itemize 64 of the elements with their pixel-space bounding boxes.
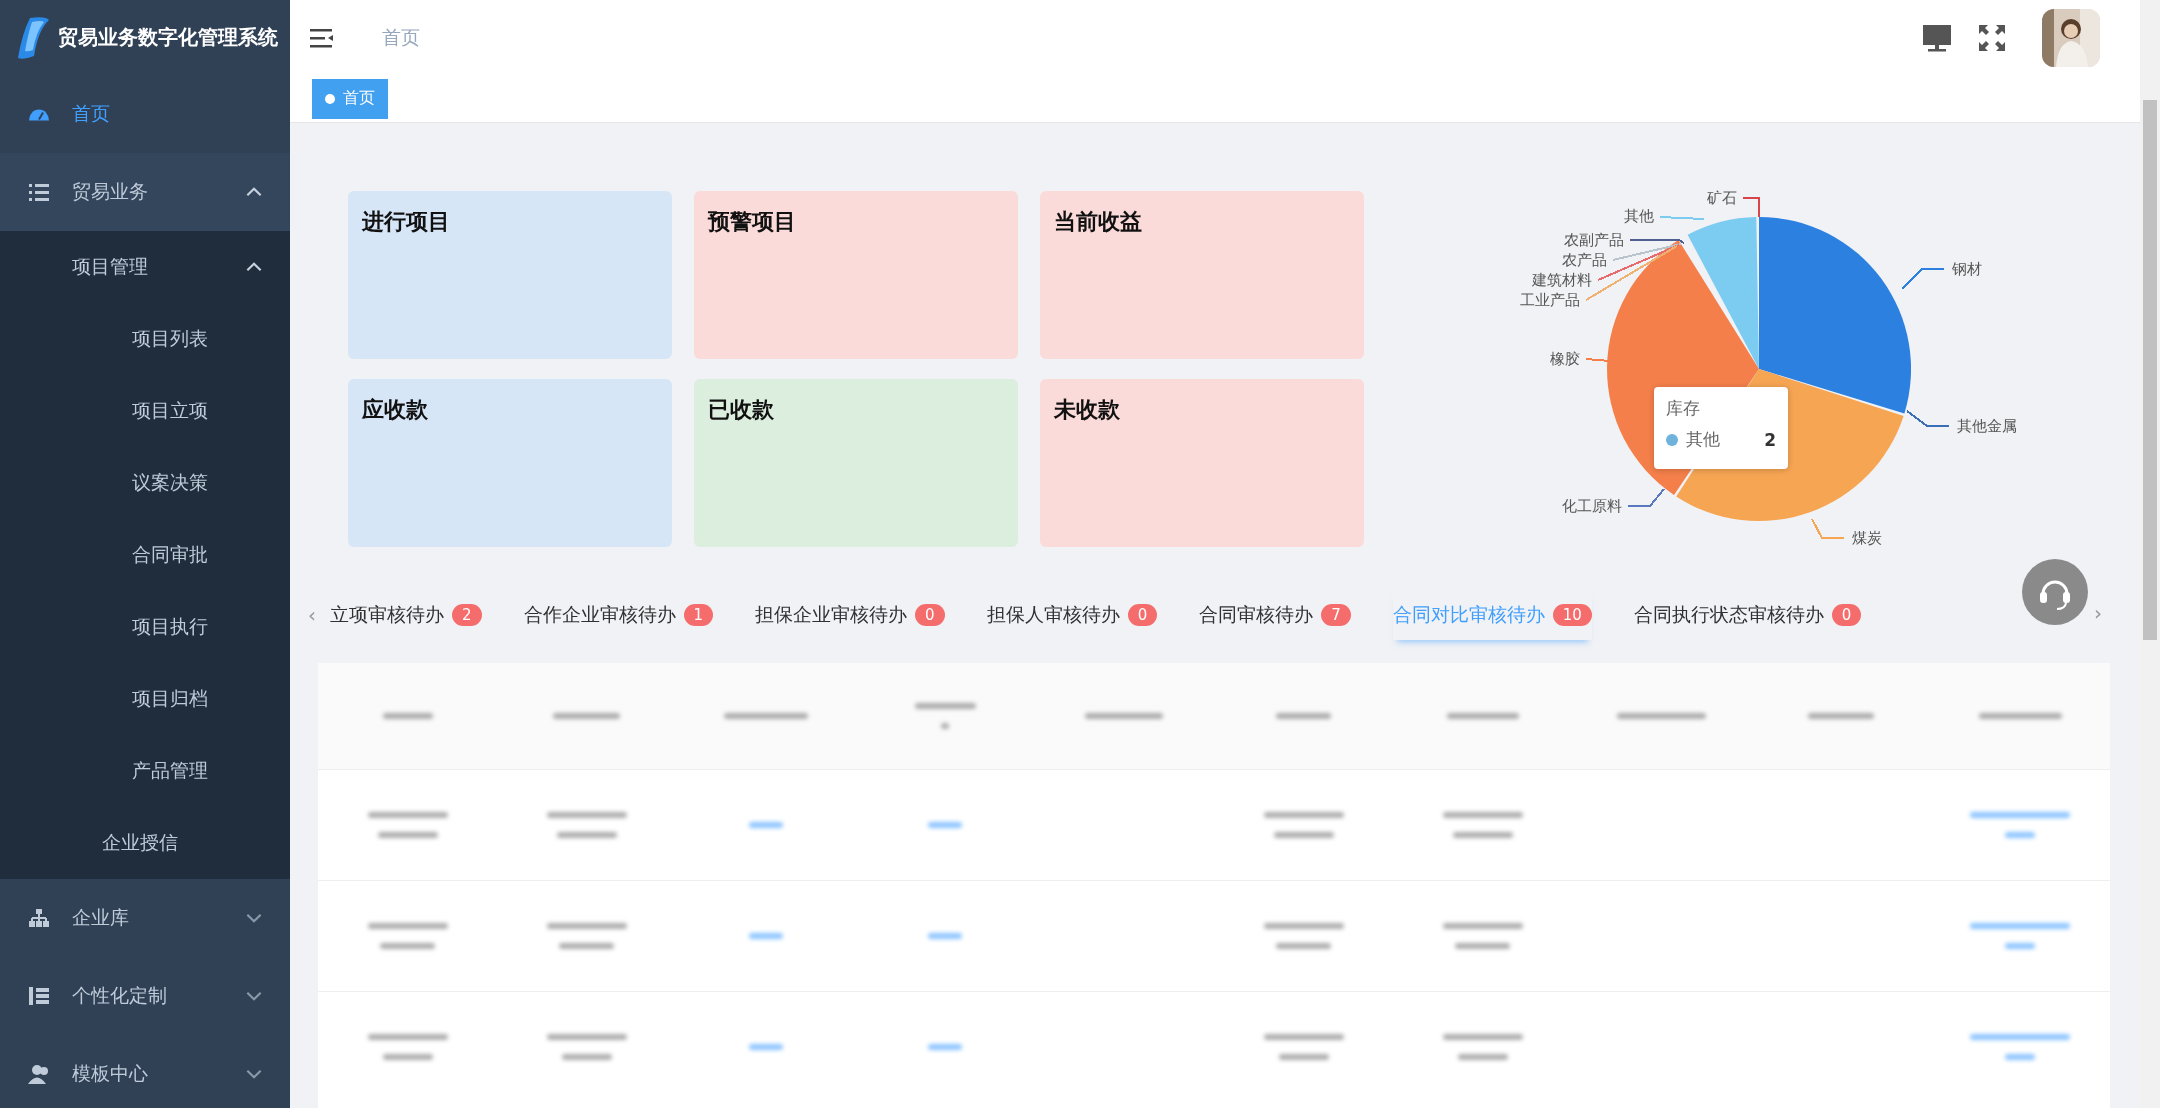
- list-icon: [28, 181, 50, 203]
- pie-label: 其他金属: [1957, 417, 2017, 435]
- menu-item[interactable]: 企业库: [0, 879, 290, 957]
- tooltip-title: 库存: [1666, 397, 1701, 420]
- menu-item[interactable]: 个性化定制: [0, 957, 290, 1035]
- tab[interactable]: 立项审核待办 2: [330, 590, 482, 640]
- submenu-item[interactable]: 企业授信: [0, 807, 290, 879]
- tooltip-value: 2: [1764, 429, 1776, 450]
- count-badge: 0: [1831, 604, 1862, 626]
- menu-item[interactable]: 贸易业务: [0, 153, 290, 231]
- submenu-item[interactable]: 合同审批: [0, 519, 290, 591]
- pie-label: 建筑材料: [1532, 271, 1592, 289]
- stat-card: 已收款: [694, 379, 1018, 547]
- count-badge: 1: [683, 604, 714, 626]
- pie-label: 化工原料: [1562, 497, 1622, 515]
- leader-line: [1811, 518, 1845, 539]
- submenu-item[interactable]: 产品管理: [0, 735, 290, 807]
- stat-card: 当前收益: [1040, 191, 1364, 359]
- pie-slice[interactable]: [1687, 217, 1759, 369]
- menu-item[interactable]: 首页: [0, 75, 290, 153]
- tooltip-label: 其他: [1686, 428, 1720, 451]
- monitor-icon[interactable]: [1922, 22, 1952, 53]
- menu-icon[interactable]: [310, 26, 334, 49]
- stat-card: 进行项目: [348, 191, 672, 359]
- stat-card: 应收款: [348, 379, 672, 547]
- app-title: 贸易业务数字化管理系统: [58, 24, 278, 51]
- count-badge: 7: [1321, 604, 1351, 626]
- count-badge: 0: [915, 604, 945, 626]
- submenu-item[interactable]: 项目执行: [0, 591, 290, 663]
- menu-item[interactable]: 模板中心: [0, 1035, 290, 1108]
- leader-line: [1901, 268, 1945, 290]
- fullscreen-icon[interactable]: [1978, 23, 2006, 52]
- tab[interactable]: 担保人审核待办 0: [986, 590, 1158, 640]
- tab[interactable]: 担保企业审核待办 0: [755, 590, 945, 640]
- submenu-item[interactable]: 项目立项: [0, 375, 290, 447]
- logo-icon: [16, 15, 50, 60]
- pie-label: 农产品: [1562, 251, 1607, 269]
- pie-slice[interactable]: [1759, 217, 1911, 414]
- submenu-item[interactable]: 项目列表: [0, 303, 290, 375]
- dashboard-icon: [28, 109, 50, 121]
- submenu-item[interactable]: 项目管理: [0, 231, 290, 303]
- pie-label: 其他: [1624, 207, 1654, 225]
- stat-card: 未收款: [1040, 379, 1364, 547]
- org-chart-icon: [28, 907, 50, 929]
- leader-line: [1659, 216, 1705, 220]
- tab[interactable]: 合同审核待办 7: [1199, 590, 1351, 640]
- submenu-item[interactable]: 项目归档: [0, 663, 290, 735]
- tab[interactable]: 合作企业审核待办 1: [523, 590, 714, 640]
- leader-line: [1585, 358, 1611, 362]
- count-badge: 10: [1552, 604, 1592, 626]
- pie-label: 农副产品: [1564, 231, 1624, 249]
- list-icon: [28, 985, 50, 1007]
- pie-label: 煤炭: [1852, 529, 1882, 547]
- submenu-item[interactable]: 议案决策: [0, 447, 290, 519]
- count-badge: 0: [1127, 604, 1158, 626]
- count-badge: 2: [452, 604, 482, 626]
- tab[interactable]: 合同执行状态审核待办 0: [1633, 590, 1862, 640]
- users-icon: [28, 1063, 50, 1085]
- pie-label: 钢材: [1952, 260, 1982, 278]
- pie-label: 矿石: [1707, 189, 1737, 207]
- pie-label: 工业产品: [1520, 291, 1580, 309]
- stat-card: 预警项目: [694, 191, 1018, 359]
- scrollbar[interactable]: [2140, 0, 2160, 1108]
- pie-label: 橡胶: [1550, 350, 1580, 368]
